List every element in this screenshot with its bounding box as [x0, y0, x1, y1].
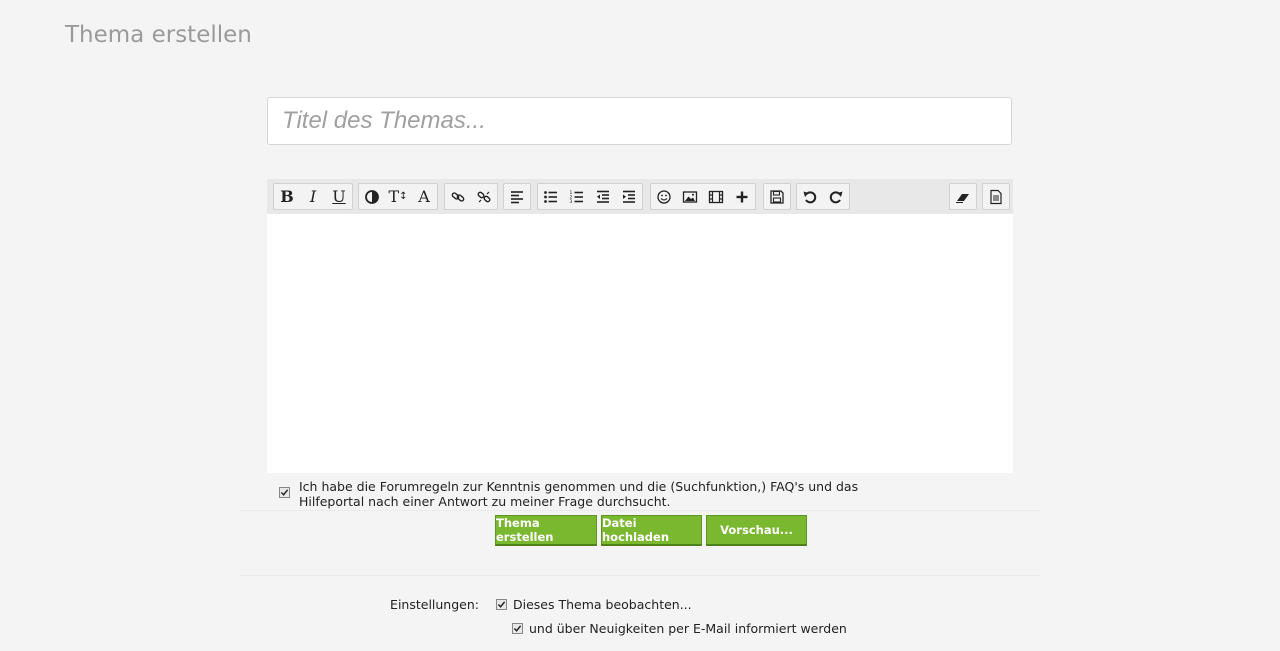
save-icon[interactable] [764, 184, 790, 209]
video-icon[interactable] [703, 184, 729, 209]
outdent-icon[interactable] [590, 184, 616, 209]
plus-icon[interactable] [729, 184, 755, 209]
forum-rules-checkbox[interactable] [279, 487, 290, 498]
insert-group [650, 183, 756, 210]
undo-icon[interactable] [797, 184, 823, 209]
divider [240, 510, 1040, 511]
editor-toolbar: B I U T ↕ A 1 2 3 [267, 179, 1013, 214]
italic-button[interactable]: I [300, 184, 326, 209]
font-size-arrow-icon: ↕ [399, 191, 408, 202]
watch-thread-option: Dieses Thema beobachten... [496, 597, 692, 612]
history-group [796, 183, 850, 210]
divider [240, 575, 1040, 576]
checkmark-icon [497, 601, 506, 608]
svg-text:3: 3 [570, 199, 573, 205]
forum-rules-confirmation: Ich habe die Forumregeln zur Kenntnis ge… [279, 479, 859, 509]
email-notification-option: und über Neuigkeiten per E-Mail informie… [512, 621, 847, 636]
rich-text-editor: B I U T ↕ A 1 2 3 [267, 179, 1013, 473]
link-icon[interactable] [445, 184, 471, 209]
link-group [444, 183, 498, 210]
upload-file-button[interactable]: Datei hochladen [601, 515, 702, 546]
numbered-list-icon[interactable]: 123 [564, 184, 590, 209]
preview-button[interactable]: Vorschau... [706, 515, 807, 546]
create-thread-button[interactable]: Thema erstellen [495, 515, 597, 546]
list-group: 123 [537, 183, 643, 210]
checkmark-icon [280, 489, 289, 496]
settings-label: Einstellungen: [390, 597, 479, 612]
smiley-icon[interactable] [651, 184, 677, 209]
clear-group [949, 183, 977, 210]
thread-title-input[interactable] [267, 97, 1012, 145]
bold-button[interactable]: B [274, 184, 300, 209]
contrast-icon[interactable] [359, 184, 385, 209]
indent-icon[interactable] [616, 184, 642, 209]
align-left-icon[interactable] [504, 184, 530, 209]
watch-thread-checkbox[interactable] [496, 599, 507, 610]
font-size-icon: T [388, 186, 400, 206]
image-icon[interactable] [677, 184, 703, 209]
font-size-button[interactable]: T ↕ [385, 184, 411, 209]
page-title: Thema erstellen [65, 22, 252, 48]
forum-rules-label: Ich habe die Forumregeln zur Kenntnis ge… [299, 479, 859, 509]
font-group: T ↕ A [358, 183, 438, 210]
email-notification-label: und über Neuigkeiten per E-Mail informie… [529, 621, 847, 636]
checkmark-icon [513, 625, 522, 632]
bullet-list-icon[interactable] [538, 184, 564, 209]
save-group [763, 183, 791, 210]
font-color-button[interactable]: A [411, 184, 437, 209]
align-group [503, 183, 531, 210]
redo-icon[interactable] [823, 184, 849, 209]
eraser-icon[interactable] [950, 184, 976, 209]
source-document-icon[interactable] [983, 184, 1009, 209]
format-group: B I U [273, 183, 353, 210]
unlink-icon[interactable] [471, 184, 497, 209]
editor-content-area[interactable] [267, 214, 1013, 473]
watch-thread-label: Dieses Thema beobachten... [513, 597, 692, 612]
underline-button[interactable]: U [326, 184, 352, 209]
source-group [982, 183, 1010, 210]
email-notification-checkbox[interactable] [512, 623, 523, 634]
